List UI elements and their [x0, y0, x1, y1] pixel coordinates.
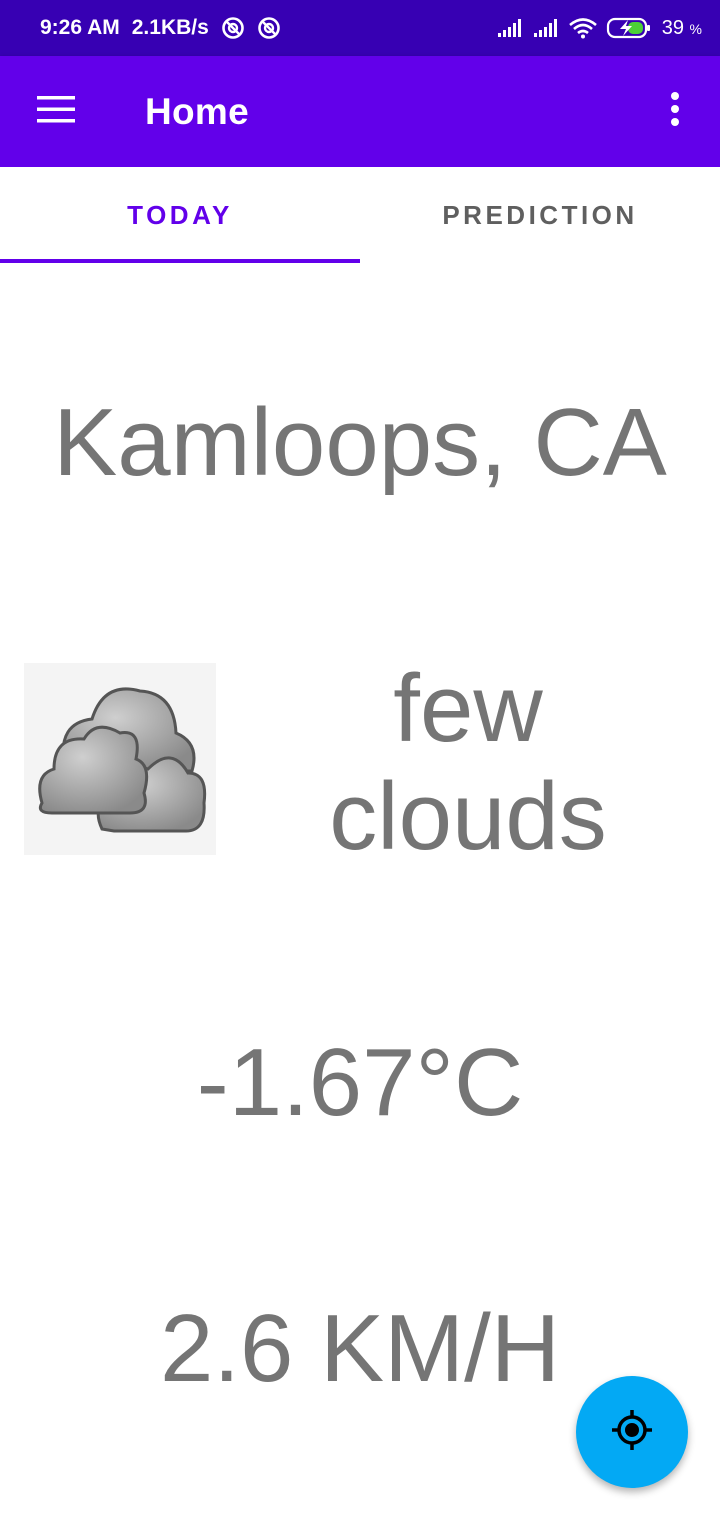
app-bar: Home	[0, 56, 720, 167]
tab-label: PREDICTION	[442, 200, 638, 230]
condition-line: clouds	[329, 763, 607, 870]
signal-icon	[496, 18, 524, 38]
vpn-icon	[221, 16, 245, 40]
my-location-icon	[610, 1408, 654, 1457]
status-time: 9:26 AM	[40, 16, 120, 39]
my-location-button[interactable]	[576, 1376, 688, 1488]
wifi-icon	[568, 17, 598, 39]
temperature: -1.67°C	[196, 1029, 524, 1136]
signal-icon	[532, 18, 560, 38]
overflow-menu-button[interactable]	[630, 56, 720, 167]
battery-unit: %	[689, 20, 702, 37]
page-title: Home	[145, 90, 249, 132]
tab-prediction[interactable]: PREDICTION	[360, 167, 720, 264]
tab-label: TODAY	[127, 200, 233, 230]
tab-bar: TODAY PREDICTION	[0, 167, 720, 264]
menu-icon	[37, 95, 75, 128]
vpn-icon	[257, 16, 281, 40]
weather-condition: few clouds	[290, 655, 646, 871]
battery-level: 39	[661, 16, 684, 39]
tab-indicator	[0, 259, 360, 263]
menu-button[interactable]	[0, 56, 112, 167]
clouds-icon	[24, 663, 216, 855]
battery-charging-icon	[606, 16, 654, 40]
city-name: Kamloops, CA	[53, 389, 667, 496]
network-speed: 2.1KB/s	[131, 16, 209, 39]
status-bar: 9:26 AM 2.1KB/s 39 %	[0, 0, 720, 56]
tab-today[interactable]: TODAY	[0, 167, 360, 264]
condition-line: few	[393, 655, 543, 762]
more-vert-icon	[670, 92, 680, 131]
